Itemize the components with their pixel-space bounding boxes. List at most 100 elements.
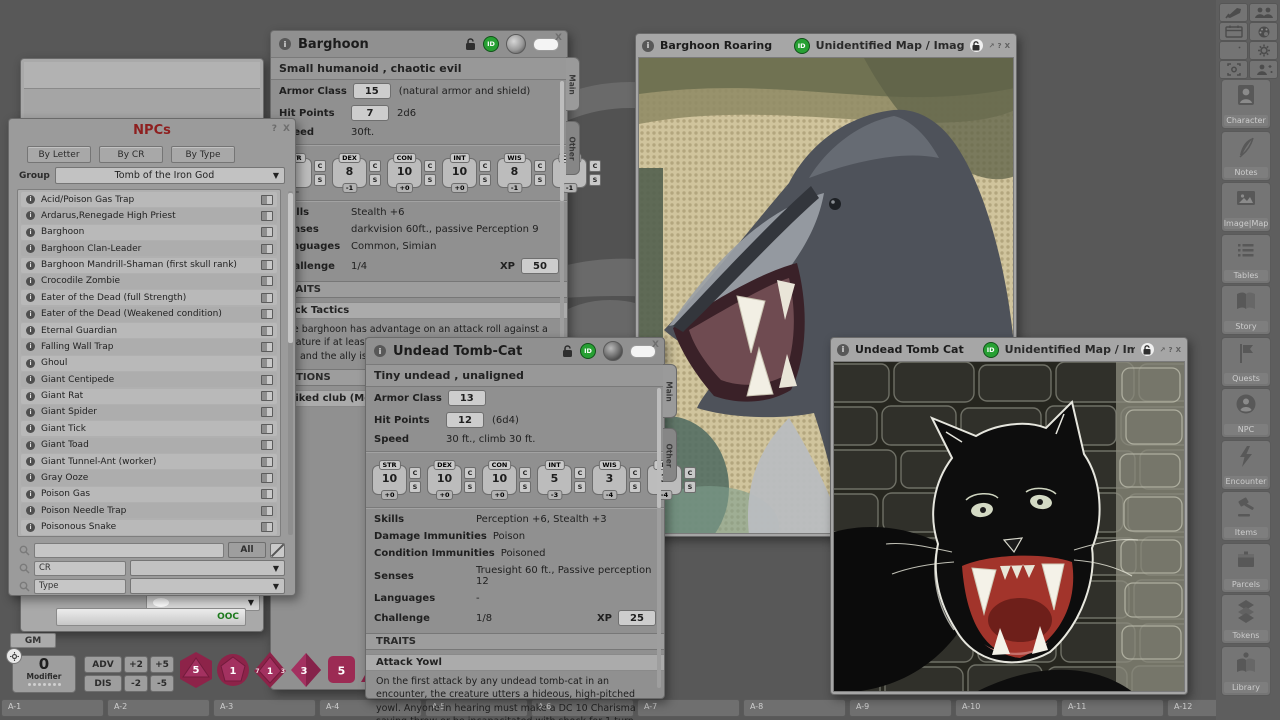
window-titlebar[interactable]: i Barghoon Roaring ID Unidentified Map /… [636, 34, 1016, 57]
info-icon[interactable]: i [26, 261, 35, 270]
check-button[interactable]: C [534, 160, 546, 172]
d8-die[interactable]: 3 [289, 650, 323, 690]
sidebar-item-imagemap[interactable]: Image|Map [1221, 182, 1271, 232]
info-icon[interactable]: i [26, 342, 35, 351]
sword-icon[interactable] [1219, 3, 1248, 22]
tab-by-cr[interactable]: By CR [99, 146, 163, 163]
list-item[interactable]: iAcid/Poison Gas Trap [21, 192, 277, 207]
group-dropdown[interactable]: Tomb of the Iron God ▼ [55, 167, 285, 184]
hit-points-value[interactable]: 12 [446, 412, 484, 428]
npc-token-icon[interactable] [603, 341, 623, 361]
tab-main[interactable]: Main [566, 57, 580, 111]
check-button[interactable]: C [369, 160, 381, 172]
people-icon[interactable] [1249, 3, 1278, 22]
type-filter-dropdown[interactable]: ▼ [130, 578, 285, 594]
tab-by-letter[interactable]: By Letter [27, 146, 91, 163]
save-button[interactable]: S [519, 481, 531, 493]
info-icon[interactable]: i [26, 277, 35, 286]
list-item[interactable]: iPoison Needle Trap [21, 503, 277, 518]
sidebar-item-parcels[interactable]: Parcels [1221, 543, 1271, 593]
gear-icon[interactable] [1249, 41, 1278, 60]
sidebar-item-tables[interactable]: Tables [1221, 234, 1271, 284]
hotkey-slot[interactable]: A-11 [1061, 699, 1164, 717]
tab-main[interactable]: Main [663, 364, 677, 418]
advantage-button[interactable]: ADV [84, 656, 122, 673]
gm-identity-tab[interactable]: GM [10, 633, 56, 648]
type-filter-input[interactable]: Type [34, 579, 126, 594]
d6-die[interactable]: 5 [324, 650, 358, 690]
ability-score-box[interactable]: DEX10+0 [427, 465, 462, 495]
expand-icon[interactable]: ↗ [1160, 346, 1166, 354]
list-item[interactable]: iEater of the Dead (Weakened condition) [21, 307, 277, 322]
scrollbar-thumb[interactable] [657, 388, 661, 508]
list-item[interactable]: iGiant Tunnel-Ant (worker) [21, 454, 277, 469]
info-icon[interactable]: i [26, 293, 35, 302]
hit-points-value[interactable]: 7 [351, 105, 389, 121]
chat-input[interactable]: OOC [56, 608, 246, 626]
sidebar-item-notes[interactable]: Notes [1221, 131, 1271, 181]
info-icon[interactable]: i [26, 408, 35, 417]
list-item[interactable]: iPoison Gas [21, 487, 277, 502]
gear-icon[interactable] [6, 648, 22, 664]
link-icon[interactable] [261, 342, 273, 352]
list-item[interactable]: iEternal Guardian [21, 323, 277, 338]
tab-by-type[interactable]: By Type [171, 146, 235, 163]
link-icon[interactable] [261, 260, 273, 270]
save-button[interactable]: S [409, 481, 421, 493]
window-titlebar[interactable]: i Undead Tomb Cat ID Unidentified Map / … [831, 338, 1187, 361]
link-icon[interactable] [261, 522, 273, 532]
list-item[interactable]: iBarghoon Clan-Leader [21, 241, 277, 256]
ability-score-box[interactable]: CON10+0 [387, 158, 422, 188]
window-titlebar[interactable]: i Barghoon ID [271, 31, 567, 57]
modifier-box[interactable]: 0 Modifier [12, 655, 76, 693]
list-item[interactable]: iGhoul [21, 356, 277, 371]
save-button[interactable]: S [629, 481, 641, 493]
info-icon[interactable]: i [26, 195, 35, 204]
close-icon[interactable]: X [1005, 42, 1010, 50]
all-filter-button[interactable]: All [228, 542, 266, 558]
identified-badge-icon[interactable]: ID [983, 342, 999, 358]
list-item[interactable]: iArdarus,Renegade High Priest [21, 208, 277, 223]
info-icon[interactable]: i [26, 244, 35, 253]
check-button[interactable]: C [479, 160, 491, 172]
info-icon[interactable]: i [26, 424, 35, 433]
trait-name[interactable]: Pack Tactics [271, 302, 567, 319]
d10-die[interactable]: 173 [252, 650, 288, 690]
d12-die[interactable]: 1 [215, 650, 251, 690]
save-button[interactable]: S [534, 174, 546, 186]
info-icon[interactable]: i [26, 506, 35, 515]
plus2-button[interactable]: +2 [124, 656, 148, 673]
list-item[interactable]: iGray Ooze [21, 470, 277, 485]
check-button[interactable]: C [684, 467, 696, 479]
disadvantage-button[interactable]: DIS [84, 675, 122, 692]
link-icon[interactable] [261, 457, 273, 467]
help-icon[interactable]: ? [1169, 346, 1173, 354]
link-icon[interactable] [261, 489, 273, 499]
link-icon[interactable] [261, 244, 273, 254]
ability-score-box[interactable]: DEX8-1 [332, 158, 367, 188]
tab-other[interactable]: Other [566, 121, 580, 175]
list-item[interactable]: iCrocodile Zombie [21, 274, 277, 289]
check-button[interactable]: C [424, 160, 436, 172]
info-icon[interactable]: i [26, 392, 35, 401]
list-item[interactable]: iGiant Rat [21, 389, 277, 404]
info-icon[interactable]: i [26, 359, 35, 368]
d20-die[interactable]: 5 [178, 650, 214, 690]
map-canvas[interactable] [833, 361, 1185, 692]
close-icon[interactable]: X [283, 124, 290, 134]
scrollbar-thumb[interactable] [288, 193, 293, 343]
armor-class-value[interactable]: 15 [353, 83, 391, 99]
check-button[interactable]: C [314, 160, 326, 172]
save-button[interactable]: S [479, 174, 491, 186]
sidebar-item-items[interactable]: Items [1221, 491, 1271, 541]
sidebar-item-encounter[interactable]: Encounter [1221, 440, 1271, 490]
save-button[interactable]: S [574, 481, 586, 493]
lock-icon[interactable] [1141, 343, 1154, 356]
person-sparkle-icon[interactable] [1249, 60, 1278, 79]
ooc-mode-label[interactable]: OOC [217, 612, 239, 622]
hotkey-slot[interactable]: A-10 [955, 699, 1058, 717]
scrollbar-thumb[interactable] [560, 81, 564, 201]
info-icon[interactable]: i [26, 523, 35, 532]
link-icon[interactable] [261, 440, 273, 450]
link-icon[interactable] [261, 227, 273, 237]
